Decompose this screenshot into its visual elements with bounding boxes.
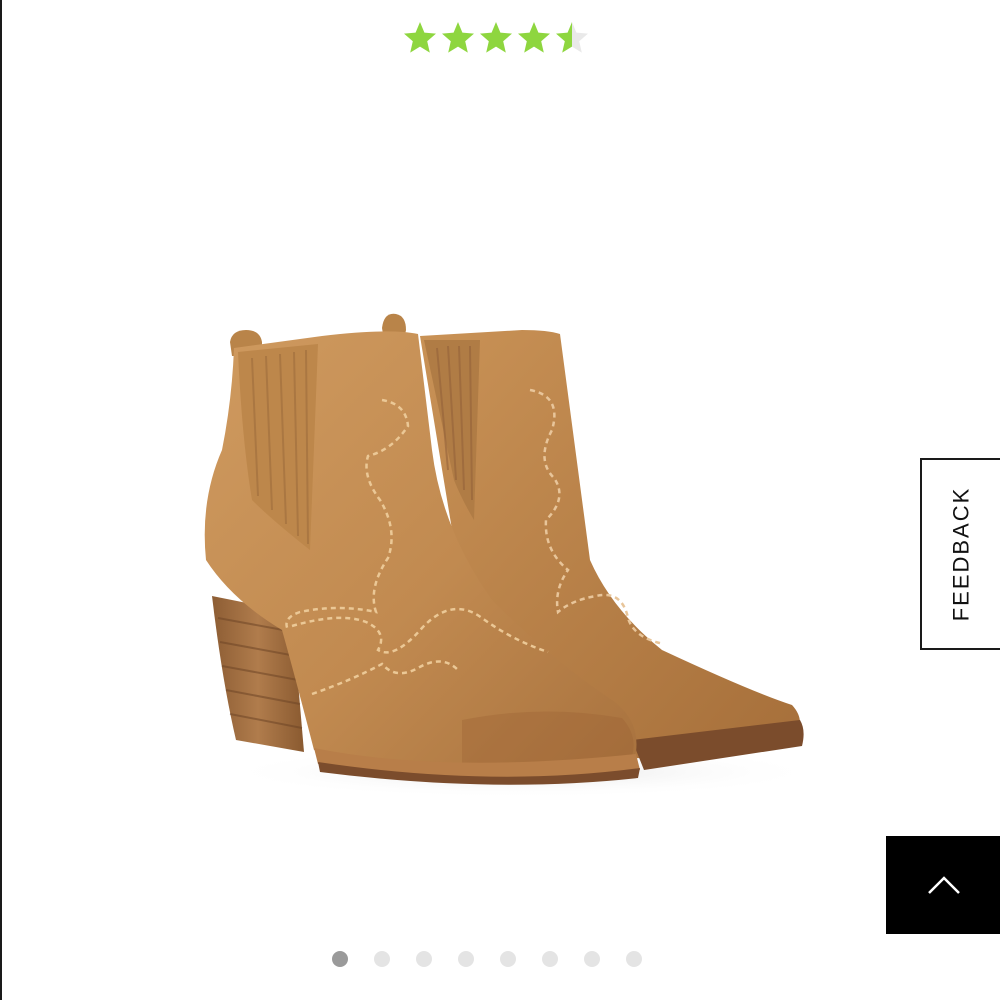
carousel-pagination <box>332 950 642 968</box>
star-icon <box>404 22 436 53</box>
carousel-dot[interactable] <box>584 951 600 967</box>
product-page: FEEDBACK <box>0 0 1000 1000</box>
feedback-label: FEEDBACK <box>948 486 973 622</box>
star-rating <box>402 16 592 60</box>
carousel-dot[interactable] <box>332 951 348 967</box>
star-icon <box>518 22 550 53</box>
scroll-to-top-button[interactable] <box>886 836 1000 934</box>
carousel-dot[interactable] <box>416 951 432 967</box>
carousel-dot[interactable] <box>374 951 390 967</box>
carousel-dot[interactable] <box>500 951 516 967</box>
carousel-dot[interactable] <box>458 951 474 967</box>
star-icon <box>442 22 474 53</box>
star-icon <box>556 22 588 53</box>
chevron-up-icon <box>928 876 960 894</box>
feedback-button[interactable]: FEEDBACK <box>920 458 1000 650</box>
star-icon <box>480 22 512 53</box>
carousel-dot[interactable] <box>626 951 642 967</box>
product-image[interactable] <box>192 300 822 820</box>
carousel-dot[interactable] <box>542 951 558 967</box>
